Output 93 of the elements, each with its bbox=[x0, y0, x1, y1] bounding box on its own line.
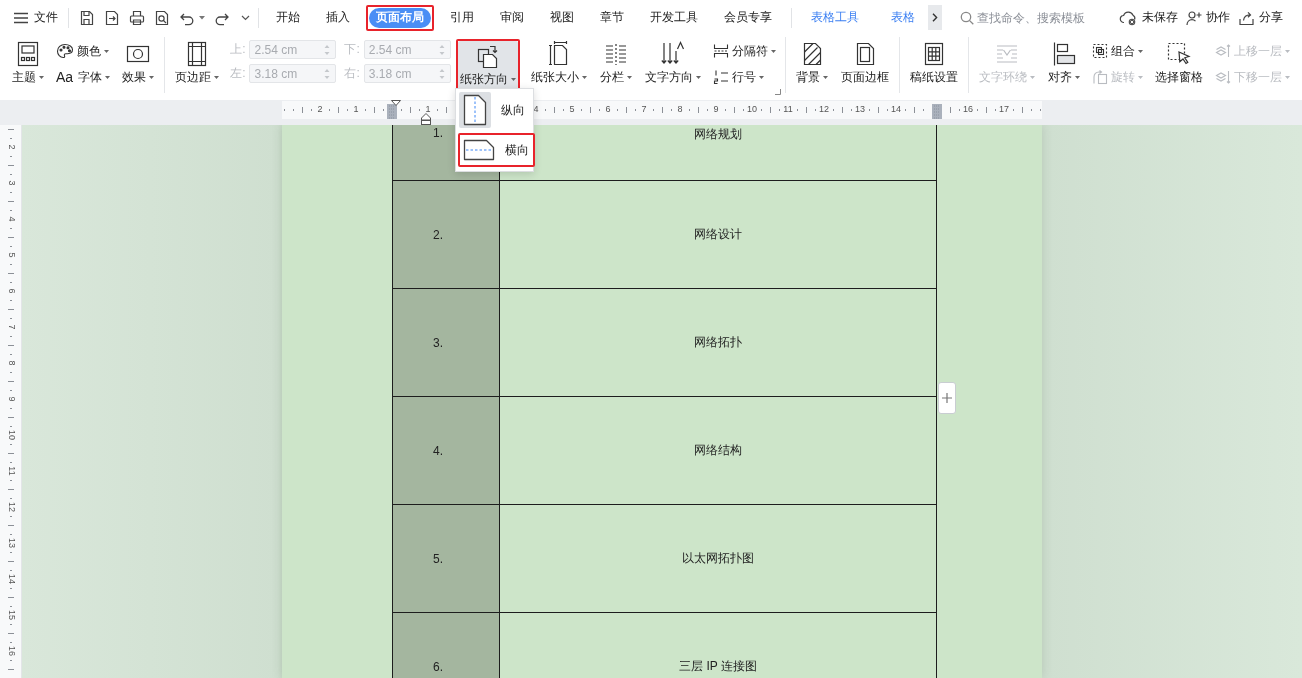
ribbon-button[interactable]: 稿纸设置 bbox=[907, 39, 960, 87]
menu-item[interactable]: 横向 bbox=[460, 135, 533, 165]
spinner-arrows-icon bbox=[438, 43, 445, 56]
person-plus-icon bbox=[1186, 9, 1202, 26]
ruler-number: 6 bbox=[604, 104, 612, 115]
rotate-icon bbox=[1091, 69, 1108, 85]
spinner-arrows-icon bbox=[438, 67, 445, 80]
page-break-icon bbox=[712, 43, 729, 59]
cell-text: 网络规划 bbox=[694, 126, 742, 143]
ruler-number: 9 bbox=[712, 104, 720, 115]
tab[interactable]: 表格工具 bbox=[804, 7, 866, 28]
field-label: 左: bbox=[230, 65, 246, 82]
menu-item[interactable]: 纵向 bbox=[456, 92, 533, 128]
collaborate-button[interactable]: 协作 bbox=[1186, 9, 1230, 26]
ruler-number: 13 bbox=[854, 104, 866, 115]
ribbon-button[interactable]: 背景 bbox=[793, 39, 830, 87]
ribbon-button[interactable]: 分栏 bbox=[597, 39, 634, 87]
save-status-button[interactable]: 未保存 bbox=[1119, 9, 1178, 26]
layer-up-icon bbox=[1214, 43, 1231, 59]
ribbon-button[interactable]: 效果 bbox=[120, 39, 157, 87]
indent-marker-icon[interactable] bbox=[421, 113, 431, 125]
cell-text: 三层 IP 连接图 bbox=[679, 658, 757, 675]
cell-text: 网络拓扑 bbox=[694, 334, 742, 351]
table-cell: 3. bbox=[393, 289, 500, 396]
spinner-arrows-icon bbox=[324, 43, 331, 56]
ribbon-button[interactable]: 页边距 bbox=[173, 39, 222, 87]
tab[interactable]: 视图 bbox=[543, 7, 581, 28]
numbered-lines-icon bbox=[712, 69, 729, 85]
ribbon-button[interactable]: 组合 bbox=[1090, 40, 1144, 62]
margin-marker-icon[interactable] bbox=[387, 104, 397, 119]
ruler-number: 11 bbox=[782, 104, 794, 115]
ribbon-button[interactable]: 颜色 bbox=[55, 40, 112, 62]
scroll-right-button[interactable] bbox=[928, 5, 942, 30]
share-button[interactable]: 分享 bbox=[1238, 9, 1283, 26]
field-label: 右: bbox=[344, 65, 360, 82]
doc-arrow-icon[interactable] bbox=[104, 9, 120, 26]
ribbon-button[interactable]: 纸张方向 bbox=[457, 41, 518, 89]
doc-magnifier-icon[interactable] bbox=[154, 9, 170, 26]
tab[interactable]: 插入 bbox=[319, 7, 357, 28]
table-cell: 2. bbox=[393, 181, 500, 288]
print-icon[interactable] bbox=[129, 9, 145, 26]
palette-icon bbox=[56, 43, 74, 59]
layer-down-icon bbox=[1214, 69, 1231, 85]
caret-icon[interactable] bbox=[199, 15, 205, 20]
ruler-number: 7 bbox=[640, 104, 648, 115]
dashed-squares-icon bbox=[1091, 43, 1108, 59]
table-cell: 6. bbox=[393, 613, 500, 678]
ribbon-button[interactable]: 对齐 bbox=[1045, 39, 1082, 87]
tab[interactable]: 会员专享 bbox=[717, 7, 779, 28]
cloud-icon bbox=[1119, 9, 1138, 26]
ribbon-button[interactable]: 分隔符 bbox=[711, 40, 777, 62]
tab[interactable]: 开始 bbox=[269, 7, 307, 28]
file-menu-button[interactable]: 文件 bbox=[14, 9, 58, 26]
ruler-number: 12 bbox=[818, 104, 830, 115]
tab[interactable]: 章节 bbox=[593, 7, 631, 28]
ruler-number: 1 bbox=[352, 104, 360, 115]
spinner-arrows-icon bbox=[324, 67, 331, 80]
margin-marker-icon[interactable] bbox=[932, 104, 942, 119]
ruler-number: 14 bbox=[890, 104, 902, 115]
cell-text: 网络设计 bbox=[694, 226, 742, 243]
box-squares-icon bbox=[15, 41, 41, 67]
save-icon[interactable] bbox=[79, 9, 95, 26]
ruler-number: 8 bbox=[676, 104, 684, 115]
share-icon bbox=[1238, 9, 1255, 26]
tab[interactable]: 表格 bbox=[884, 7, 922, 28]
ruler-number: 10 bbox=[746, 104, 758, 115]
chevron-down-icon[interactable] bbox=[241, 14, 250, 21]
ruler-number: 16 bbox=[962, 104, 974, 115]
ribbon-button[interactable]: 文字方向 bbox=[642, 39, 703, 87]
ribbon-button[interactable]: Aa 字体 bbox=[55, 66, 112, 88]
corner-icon[interactable] bbox=[774, 89, 781, 95]
search-field[interactable]: 查找命令、搜索模板 bbox=[977, 10, 1089, 25]
ribbon-button[interactable]: 主题 bbox=[10, 39, 46, 87]
ribbon-button[interactable]: 选择窗格 bbox=[1152, 39, 1205, 87]
ribbon-button[interactable]: 页面边框 bbox=[838, 39, 891, 87]
ribbon-button[interactable]: 行号 bbox=[711, 66, 777, 88]
tab[interactable]: 引用 bbox=[443, 7, 481, 28]
chevron-right-icon bbox=[932, 13, 938, 22]
ruler-number: 2 bbox=[316, 104, 324, 115]
table-cell: 5. bbox=[393, 505, 500, 612]
plus-icon bbox=[942, 393, 952, 403]
ruler-number: 17 bbox=[998, 104, 1010, 115]
table-cell: 4. bbox=[393, 397, 500, 504]
ribbon-button[interactable]: 纸张大小 bbox=[528, 39, 589, 87]
search-icon bbox=[960, 10, 974, 25]
cell-text: 网络结构 bbox=[694, 442, 742, 459]
ruler-number: 5 bbox=[568, 104, 576, 115]
dashed-cursor-icon bbox=[1165, 41, 1192, 67]
field-label: 下: bbox=[344, 41, 360, 58]
menu-icon bbox=[14, 11, 28, 24]
tab[interactable]: 开发工具 bbox=[643, 7, 705, 28]
cell-text: 以太网拓扑图 bbox=[682, 550, 754, 567]
tab[interactable]: 审阅 bbox=[493, 7, 531, 28]
